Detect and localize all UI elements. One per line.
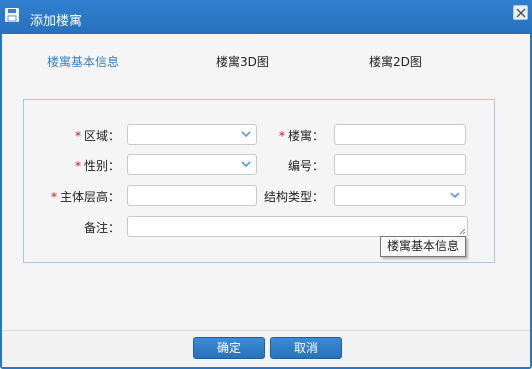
dialog-footer: 确定 取消 (2, 330, 530, 367)
main-floor-input[interactable] (127, 185, 257, 206)
region-label: * 区域： (74, 129, 120, 143)
basic-info-panel: * 区域： * 楼寓： * 性别： 编号： * 主体层高： 结构类型： 备注： … (23, 99, 495, 263)
structure-select[interactable] (334, 185, 466, 206)
dialog-body: 楼寓基本信息 楼寓3D图 楼寓2D图 *区域： *楼寓： *性别： 编号： (2, 34, 530, 330)
dialog-title: 添加楼寓 (30, 14, 83, 29)
tab-bar: 楼寓基本信息 楼寓3D图 楼寓2D图 (2, 34, 530, 84)
remark-label: 备注： (83, 221, 120, 235)
chevron-down-icon (450, 192, 460, 199)
gender-select[interactable] (127, 154, 257, 175)
add-building-dialog: 添加楼寓 楼寓基本信息 楼寓3D图 楼寓2D图 * 区域： * 楼寓： * 性别… (0, 0, 532, 369)
tab-2d-view[interactable]: 楼寓2D图 (369, 53, 422, 70)
tab-basic-info[interactable]: 楼寓基本信息 (47, 53, 119, 70)
building-input[interactable] (334, 124, 466, 145)
number-label: 编号： (287, 159, 324, 173)
chevron-down-icon (241, 161, 251, 168)
main-floor-label: * 主体层高： (50, 190, 120, 204)
remark-textarea[interactable] (127, 216, 468, 237)
number-input[interactable] (334, 154, 466, 175)
close-icon (516, 8, 526, 18)
chevron-down-icon (241, 131, 251, 138)
tab-3d-view[interactable]: 楼寓3D图 (216, 53, 269, 70)
cancel-button[interactable]: 取消 (270, 337, 342, 359)
building-label: * 楼寓： (278, 129, 324, 143)
dialog-titlebar: 添加楼寓 (0, 0, 532, 34)
region-select[interactable] (127, 124, 257, 145)
required-mark: * (74, 129, 81, 143)
tooltip: 楼寓基本信息 (380, 236, 466, 257)
resize-grip-icon[interactable] (459, 228, 466, 235)
confirm-button[interactable]: 确定 (193, 337, 265, 359)
save-icon (5, 8, 19, 22)
close-button[interactable] (513, 5, 528, 20)
structure-label: 结构类型： (263, 190, 324, 204)
gender-label: * 性别： (74, 159, 120, 173)
